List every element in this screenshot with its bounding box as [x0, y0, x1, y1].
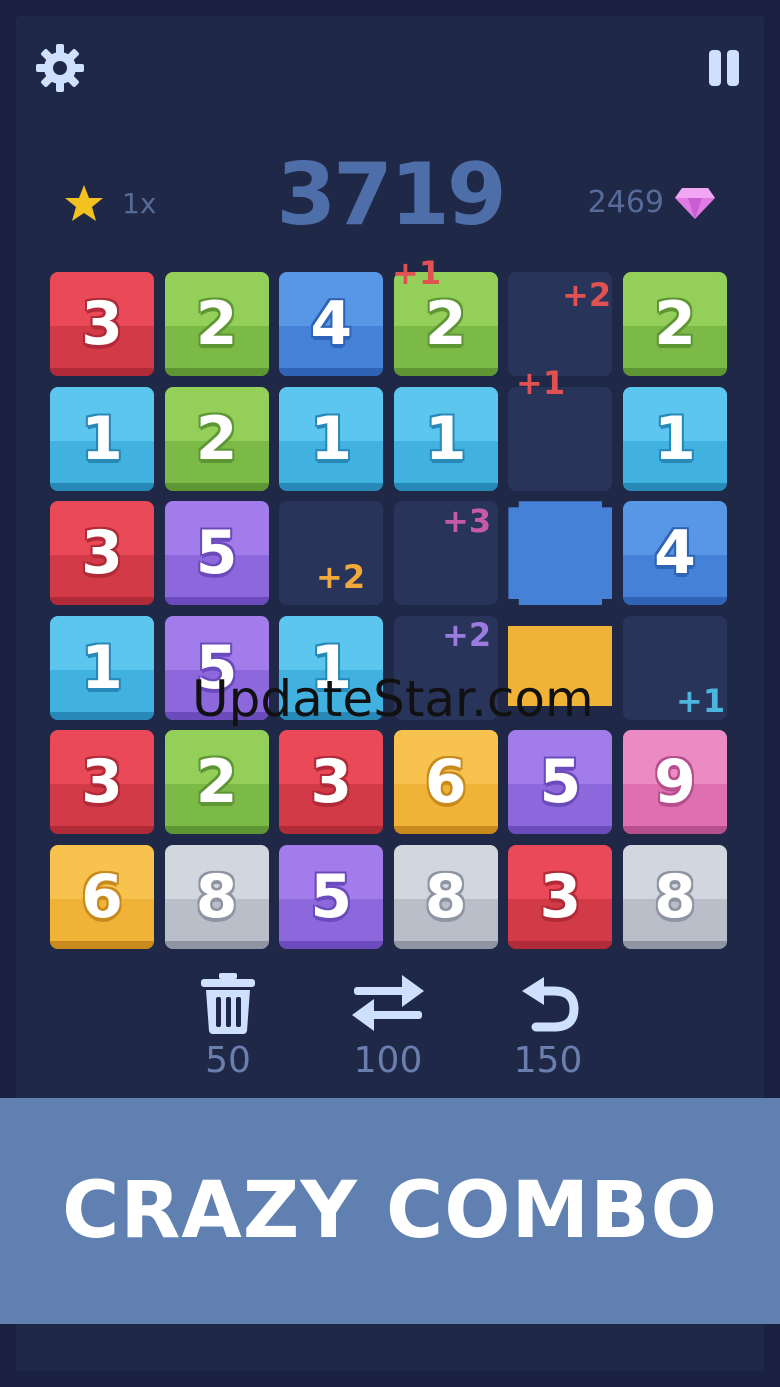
- tile-value: 5: [539, 747, 582, 818]
- tile-value: 1: [424, 403, 467, 474]
- game-board[interactable]: 3 2 4 2 2 1 2 1 1 1 3 5 4 1 5 1 3 2 3 6 5 9 6 8 5 8 3 8 +1 +2 +1 +3 +2 +2…: [50, 254, 728, 950]
- tile-value: 1: [81, 403, 123, 474]
- tile-red[interactable]: 3: [279, 730, 384, 835]
- tile-yellow[interactable]: 6: [393, 730, 498, 835]
- tile-value: 3: [81, 518, 123, 589]
- tile-gray[interactable]: 8: [623, 845, 727, 949]
- trash-cost: 50: [205, 1040, 251, 1081]
- tile-value: 3: [310, 747, 353, 818]
- merging-tile[interactable]: [508, 501, 613, 606]
- tile-purple[interactable]: 5: [164, 501, 269, 606]
- tile-value: 2: [195, 289, 238, 359]
- tile-value: 1: [310, 403, 353, 474]
- gem-counter: 2469: [588, 185, 716, 220]
- combo-label: +1: [516, 364, 566, 402]
- gem-count: 2469: [587, 185, 664, 220]
- undo-cost: 150: [513, 1040, 583, 1081]
- tile-red[interactable]: 3: [508, 845, 613, 949]
- tile-value: 4: [310, 289, 353, 359]
- tile-value: 2: [424, 289, 467, 359]
- tile-green[interactable]: 2: [623, 272, 727, 376]
- tile-value: 5: [310, 862, 353, 932]
- tile-value: 3: [81, 289, 123, 359]
- tile-cyan[interactable]: 1: [279, 386, 384, 491]
- combo-label: +2: [316, 558, 366, 596]
- powerup-bar: 50 100 150: [0, 970, 780, 1090]
- combo-label: +1: [676, 682, 726, 720]
- tile-green[interactable]: 2: [164, 386, 269, 491]
- tile-yellow[interactable]: 6: [50, 845, 154, 949]
- tile-cyan[interactable]: 1: [623, 386, 727, 491]
- tile-gray[interactable]: 8: [164, 845, 269, 949]
- pause-icon: [706, 50, 742, 86]
- tile-purple[interactable]: 5: [279, 845, 384, 949]
- tile-pink[interactable]: 9: [623, 730, 727, 835]
- undo-icon: [522, 977, 579, 1032]
- combo-label: +2: [562, 276, 612, 314]
- tile-value: 3: [539, 862, 582, 932]
- tile-value: 5: [195, 518, 238, 589]
- swap-cost: 100: [353, 1040, 423, 1081]
- tile-red[interactable]: 3: [50, 730, 154, 835]
- tile-purple[interactable]: 5: [508, 730, 613, 835]
- tile-value: 3: [81, 747, 123, 818]
- tile-value: 2: [195, 403, 238, 474]
- tile-blue[interactable]: 4: [623, 501, 727, 606]
- tile-value: 9: [654, 747, 696, 818]
- gem-icon: [675, 187, 715, 219]
- trash-icon: [201, 973, 255, 1034]
- promo-banner: CRAZY COMBO: [0, 1098, 780, 1324]
- tile-value: 1: [81, 632, 123, 703]
- banner-text: CRAZY COMBO: [62, 1166, 718, 1256]
- watermark: UpdateStar.com: [192, 670, 594, 728]
- combo-label: +3: [442, 502, 492, 540]
- swap-icon: [352, 975, 424, 1031]
- tile-value: 6: [424, 747, 467, 818]
- empty-cell[interactable]: [508, 386, 613, 491]
- tile-value: 2: [654, 289, 696, 359]
- tile-green[interactable]: 2: [164, 730, 269, 835]
- combo-label: +1: [392, 254, 442, 292]
- settings-button[interactable]: [34, 42, 86, 94]
- tile-gray[interactable]: 8: [393, 845, 498, 949]
- tile-value: 1: [654, 403, 696, 474]
- combo-label: +2: [442, 616, 492, 654]
- pause-button[interactable]: [702, 46, 746, 90]
- undo-powerup[interactable]: 150: [498, 970, 598, 1081]
- tile-value: 8: [195, 862, 238, 932]
- tile-cyan[interactable]: 1: [50, 386, 154, 491]
- tile-value: 8: [654, 862, 696, 932]
- swap-powerup[interactable]: 100: [338, 970, 438, 1081]
- tile-red[interactable]: 3: [50, 501, 154, 606]
- tile-cyan[interactable]: 1: [393, 386, 498, 491]
- tile-value: 2: [195, 747, 238, 818]
- tile-value: 4: [654, 518, 696, 589]
- gear-icon: [36, 44, 84, 92]
- tile-cyan[interactable]: 1: [50, 615, 154, 720]
- tile-value: 6: [81, 862, 123, 932]
- trash-powerup[interactable]: 50: [178, 970, 278, 1081]
- tile-blue[interactable]: 4: [279, 272, 384, 376]
- tile-value: 8: [424, 862, 467, 932]
- tile-green[interactable]: 2: [164, 272, 269, 376]
- tile-red[interactable]: 3: [50, 272, 154, 376]
